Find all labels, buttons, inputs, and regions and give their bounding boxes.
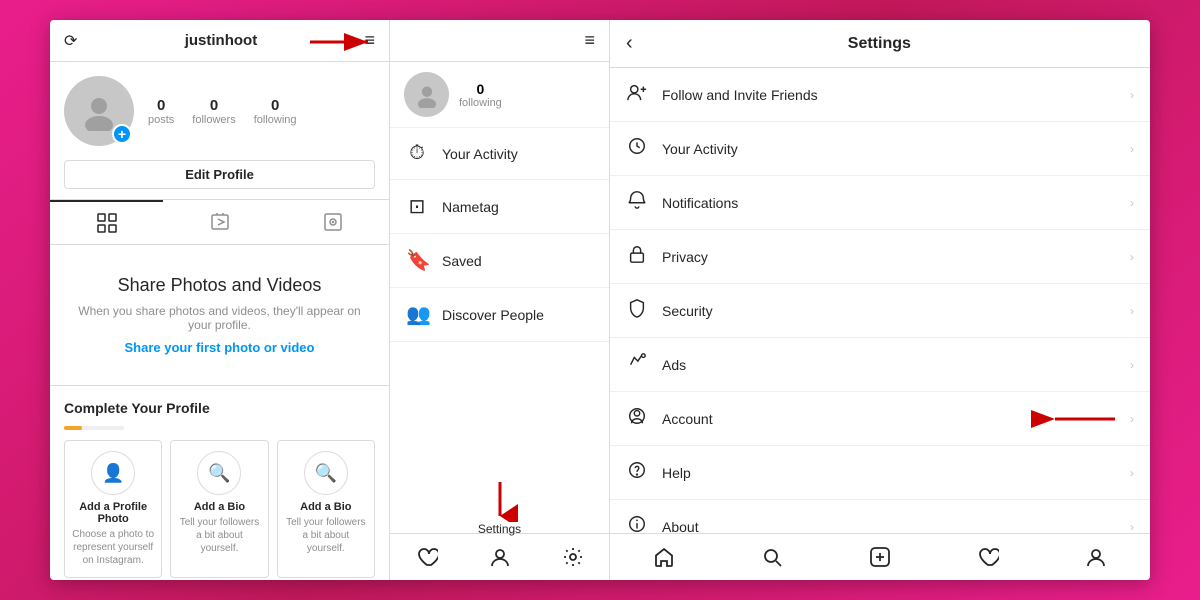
settings-label-container: Settings	[470, 482, 530, 536]
settings-help[interactable]: Help ›	[610, 446, 1150, 500]
settings-bottom-nav	[610, 533, 1150, 580]
profile-header: ⟳ justinhoot ≡	[50, 20, 389, 62]
help-icon	[626, 460, 648, 485]
complete-cards: 👤 Add a Profile Photo Choose a photo to …	[64, 440, 375, 578]
menu-item-saved[interactable]: 🔖 Saved	[390, 234, 609, 288]
saved-icon: 🔖	[406, 248, 428, 273]
add-bio-card-2[interactable]: 🔍 Add a Bio Tell your followers a bit ab…	[277, 440, 375, 578]
menu-bottom-nav: Settings	[390, 533, 609, 580]
menu-header: ≡	[390, 20, 609, 62]
chevron-icon-6: ›	[1130, 358, 1134, 372]
chevron-icon-5: ›	[1130, 304, 1134, 318]
privacy-icon	[626, 244, 648, 269]
settings-notifications[interactable]: Notifications ›	[610, 176, 1150, 230]
menu-nav-heart[interactable]	[390, 542, 463, 572]
about-icon	[626, 514, 648, 533]
profile-username: justinhoot	[77, 32, 364, 49]
settings-title: Settings	[645, 35, 1114, 53]
settings-follow-invite[interactable]: Follow and Invite Friends ›	[610, 68, 1150, 122]
menu-item-nametag[interactable]: ⊡ Nametag	[390, 180, 609, 234]
add-bio-card-1[interactable]: 🔍 Add a Bio Tell your followers a bit ab…	[170, 440, 268, 578]
security-icon	[626, 298, 648, 323]
menu-hamburger-icon[interactable]: ≡	[584, 30, 595, 51]
discover-icon: 👥	[406, 302, 428, 327]
add-avatar-button[interactable]: +	[112, 124, 132, 144]
chevron-icon-7: ›	[1130, 412, 1134, 426]
avatar-container: +	[64, 76, 134, 146]
chevron-icon-9: ›	[1130, 520, 1134, 534]
ads-icon	[626, 352, 648, 377]
empty-title: Share Photos and Videos	[118, 275, 322, 296]
follow-invite-icon	[626, 82, 648, 107]
chevron-icon-4: ›	[1130, 250, 1134, 264]
tagged-icon	[322, 211, 344, 233]
settings-ads[interactable]: Ads ›	[610, 338, 1150, 392]
menu-item-discover-people[interactable]: 👥 Discover People	[390, 288, 609, 342]
notifications-icon	[626, 190, 648, 215]
settings-nav-label: Settings	[478, 522, 521, 536]
settings-panel: ‹ Settings Follow and Invite Friends › Y…	[610, 20, 1150, 580]
settings-back-button[interactable]: ‹	[626, 32, 633, 55]
activity-icon: ⏱	[406, 142, 428, 165]
account-arrow-svg	[1050, 409, 1120, 429]
grid-icon	[96, 212, 118, 234]
chevron-icon: ›	[1130, 88, 1134, 102]
menu-panel: ≡ 0 following ⏱ Yo	[390, 20, 610, 580]
empty-state: Share Photos and Videos When you share p…	[50, 245, 389, 385]
menu-avatar-icon	[414, 82, 440, 108]
profile-photo-icon: 👤	[91, 451, 135, 495]
avatar-icon	[79, 91, 119, 131]
settings-header: ‹ Settings	[610, 20, 1150, 68]
complete-profile-title: Complete Your Profile	[64, 400, 375, 416]
account-icon	[626, 406, 648, 431]
profile-tabs	[50, 199, 389, 245]
settings-your-activity[interactable]: Your Activity ›	[610, 122, 1150, 176]
settings-account[interactable]: Account ›	[610, 392, 1150, 446]
following-stat: 0 following	[254, 97, 297, 126]
settings-nav-add[interactable]	[826, 542, 934, 572]
chevron-icon-3: ›	[1130, 196, 1134, 210]
history-icon[interactable]: ⟳	[64, 31, 77, 51]
menu-following-stat: 0 following	[459, 81, 502, 109]
nametag-icon: ⊡	[406, 194, 428, 219]
settings-about[interactable]: About ›	[610, 500, 1150, 533]
empty-subtitle: When you share photos and videos, they'l…	[70, 304, 369, 332]
igtv-icon	[209, 211, 231, 233]
tab-grid[interactable]	[50, 200, 163, 244]
tab-igtv[interactable]	[163, 200, 276, 244]
complete-profile-section: Complete Your Profile 👤 Add a Profile Ph…	[50, 385, 389, 580]
settings-nav-heart[interactable]	[934, 542, 1042, 572]
complete-progress-bar	[64, 426, 124, 430]
your-activity-icon	[626, 136, 648, 161]
menu-items-list: ⏱ Your Activity ⊡ Nametag 🔖 Saved 👥 Disc…	[390, 128, 609, 533]
profile-panel: ⟳ justinhoot ≡ + 0 posts	[50, 20, 390, 580]
settings-nav-profile[interactable]	[1042, 542, 1150, 572]
menu-nav-settings[interactable]	[536, 542, 609, 572]
settings-nav-home[interactable]	[610, 542, 718, 572]
settings-arrow-svg	[470, 482, 530, 522]
menu-avatar	[404, 72, 449, 117]
menu-user-stats: 0 following	[459, 81, 502, 109]
posts-stat: 0 posts	[148, 97, 174, 126]
menu-item-your-activity[interactable]: ⏱ Your Activity	[390, 128, 609, 180]
settings-list: Follow and Invite Friends › Your Activit…	[610, 68, 1150, 533]
profile-info-section: + 0 posts 0 followers 0 following	[50, 62, 389, 160]
hamburger-menu-icon[interactable]: ≡	[364, 30, 375, 51]
add-profile-photo-card[interactable]: 👤 Add a Profile Photo Choose a photo to …	[64, 440, 162, 578]
followers-stat: 0 followers	[192, 97, 235, 126]
chevron-icon-2: ›	[1130, 142, 1134, 156]
profile-stats: 0 posts 0 followers 0 following	[148, 97, 297, 126]
edit-profile-button[interactable]: Edit Profile	[64, 160, 375, 189]
share-first-photo-link[interactable]: Share your first photo or video	[125, 340, 315, 355]
settings-nav-search[interactable]	[718, 542, 826, 572]
bio-icon-2: 🔍	[304, 451, 348, 495]
settings-privacy[interactable]: Privacy ›	[610, 230, 1150, 284]
menu-nav-profile[interactable]	[463, 542, 536, 572]
chevron-icon-8: ›	[1130, 466, 1134, 480]
settings-security[interactable]: Security ›	[610, 284, 1150, 338]
tab-tagged[interactable]	[276, 200, 389, 244]
bio-icon-1: 🔍	[197, 451, 241, 495]
